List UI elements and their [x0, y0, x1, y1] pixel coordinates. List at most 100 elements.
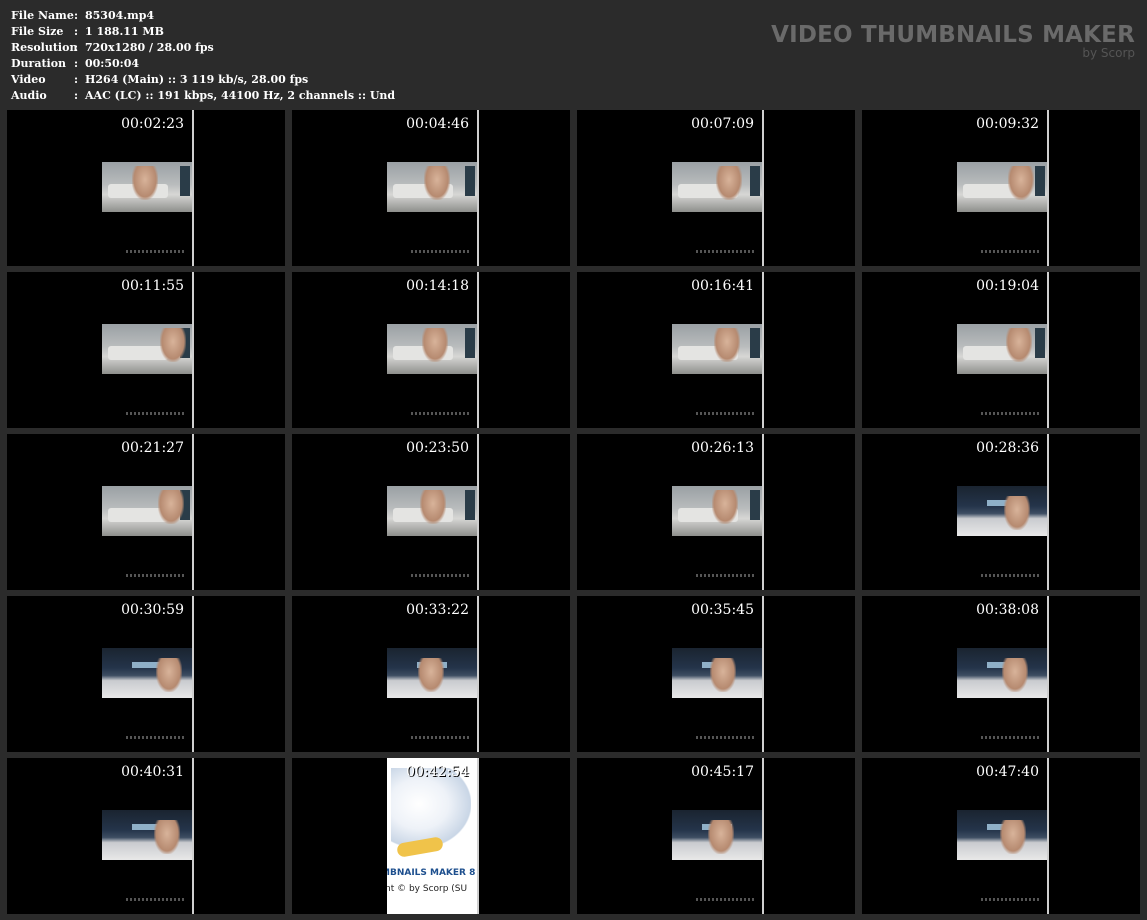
thumbnail-tile[interactable]: 00:26:13	[577, 434, 855, 590]
timestamp-label: 00:30:59	[121, 602, 184, 618]
figure-shape	[154, 820, 180, 854]
figure-shape	[1004, 496, 1030, 530]
figure-shape	[1006, 328, 1032, 362]
figure-shape	[710, 658, 736, 692]
figure-shape	[712, 490, 738, 524]
timestamp-label: 00:40:31	[121, 764, 184, 780]
video-frame	[387, 272, 479, 428]
timestamp-label: 00:23:50	[406, 440, 469, 456]
timestamp-label: 00:26:13	[691, 440, 754, 456]
timestamp-label: 00:28:36	[976, 440, 1039, 456]
timestamp-label: 00:09:32	[976, 116, 1039, 132]
timestamp-label: 00:38:08	[976, 602, 1039, 618]
thumbnail-tile[interactable]: 00:30:59	[7, 596, 285, 752]
video-frame	[387, 596, 479, 752]
watermark-stamp	[126, 250, 186, 253]
thumbnail-tile[interactable]: 00:47:40	[862, 758, 1140, 914]
watermark-stamp	[981, 250, 1041, 253]
watermark-stamp	[126, 898, 186, 901]
figure-shape	[422, 328, 448, 362]
thumbnail-tile[interactable]: 00:35:45	[577, 596, 855, 752]
video-frame	[102, 110, 194, 266]
video-frame	[102, 272, 194, 428]
video-frame	[387, 434, 479, 590]
figure-shape	[1002, 658, 1028, 692]
thumbnail-tile[interactable]: 00:40:31	[7, 758, 285, 914]
thumbnail-tile[interactable]: 00:33:22	[292, 596, 570, 752]
timestamp-label: 00:21:27	[121, 440, 184, 456]
timestamp-label: 00:14:18	[406, 278, 469, 294]
timestamp-label: 00:33:22	[406, 602, 469, 618]
figure-shape	[714, 328, 740, 362]
figure-shape	[424, 166, 450, 200]
timestamp-label: 00:04:46	[406, 116, 469, 132]
video-frame	[957, 272, 1049, 428]
watermark-stamp	[696, 736, 756, 739]
watermark-stamp	[981, 736, 1041, 739]
watermark-stamp	[696, 898, 756, 901]
thumbnail-tile[interactable]: 00:38:08	[862, 596, 1140, 752]
scene-image	[957, 486, 1047, 536]
watermark-stamp	[126, 412, 186, 415]
video-frame	[957, 434, 1049, 590]
timestamp-label: 00:11:55	[121, 278, 184, 294]
owl-icon	[391, 768, 471, 848]
timestamp-label: 00:02:23	[121, 116, 184, 132]
thumbnail-tile[interactable]: 00:11:55	[7, 272, 285, 428]
timestamp-label: 00:16:41	[691, 278, 754, 294]
thumbnail-tile[interactable]: 00:02:23	[7, 110, 285, 266]
thumbnail-tile[interactable]: 00:45:17	[577, 758, 855, 914]
ad-text-line1: MBNAILS MAKER 8	[387, 868, 476, 878]
thumbnail-tile[interactable]: 00:14:18	[292, 272, 570, 428]
timestamp-label: 00:47:40	[976, 764, 1039, 780]
video-frame	[672, 434, 764, 590]
video-frame	[102, 434, 194, 590]
figure-shape	[160, 328, 186, 362]
thumbnail-tile[interactable]: 00:19:04	[862, 272, 1140, 428]
video-frame: MBNAILS MAKER 8 nt © by Scorp (SU	[387, 758, 479, 914]
watermark-stamp	[696, 250, 756, 253]
watermark-stamp	[411, 574, 471, 577]
watermark-stamp	[981, 412, 1041, 415]
timestamp-label: 00:07:09	[691, 116, 754, 132]
thumbnail-tile[interactable]: 00:23:50	[292, 434, 570, 590]
figure-shape	[158, 490, 184, 524]
ad-text-line2: nt © by Scorp (SU	[387, 884, 468, 894]
thumbnail-tile[interactable]: 00:28:36	[862, 434, 1140, 590]
timestamp-label: 00:45:17	[691, 764, 754, 780]
video-frame	[672, 110, 764, 266]
figure-shape	[420, 490, 446, 524]
owl-logo-frame: MBNAILS MAKER 8 nt © by Scorp (SU	[387, 758, 477, 914]
video-frame	[672, 272, 764, 428]
timestamp-label: 00:35:45	[691, 602, 754, 618]
video-frame	[672, 758, 764, 914]
timestamp-label: 00:19:04	[976, 278, 1039, 294]
watermark-stamp	[126, 574, 186, 577]
thumbnail-tile[interactable]: MBNAILS MAKER 8 nt © by Scorp (SU 00:42:54	[292, 758, 570, 914]
watermark-stamp	[411, 736, 471, 739]
watermark-stamp	[981, 898, 1041, 901]
video-frame	[102, 758, 194, 914]
figure-shape	[132, 166, 158, 200]
figure-shape	[418, 658, 444, 692]
thumbnail-tile[interactable]: 00:04:46	[292, 110, 570, 266]
timestamp-label: 00:42:54	[406, 764, 469, 780]
thumbnail-tile[interactable]: 00:07:09	[577, 110, 855, 266]
thumbnail-tile[interactable]: 00:09:32	[862, 110, 1140, 266]
thumbnail-tile[interactable]: 00:21:27	[7, 434, 285, 590]
video-frame	[102, 596, 194, 752]
watermark-stamp	[981, 574, 1041, 577]
figure-shape	[156, 658, 182, 692]
thumbnail-tile[interactable]: 00:16:41	[577, 272, 855, 428]
watermark-stamp	[126, 736, 186, 739]
video-frame	[957, 758, 1049, 914]
scene-image	[957, 324, 1047, 374]
figure-shape	[1000, 820, 1026, 854]
video-frame	[957, 596, 1049, 752]
thumbnail-grid: 00:02:23 00:04:46 00:07:09 00:09:32 00:11:55…	[0, 0, 1147, 920]
watermark-stamp	[411, 250, 471, 253]
figure-shape	[1008, 166, 1034, 200]
figure-shape	[716, 166, 742, 200]
watermark-stamp	[696, 412, 756, 415]
watermark-stamp	[696, 574, 756, 577]
